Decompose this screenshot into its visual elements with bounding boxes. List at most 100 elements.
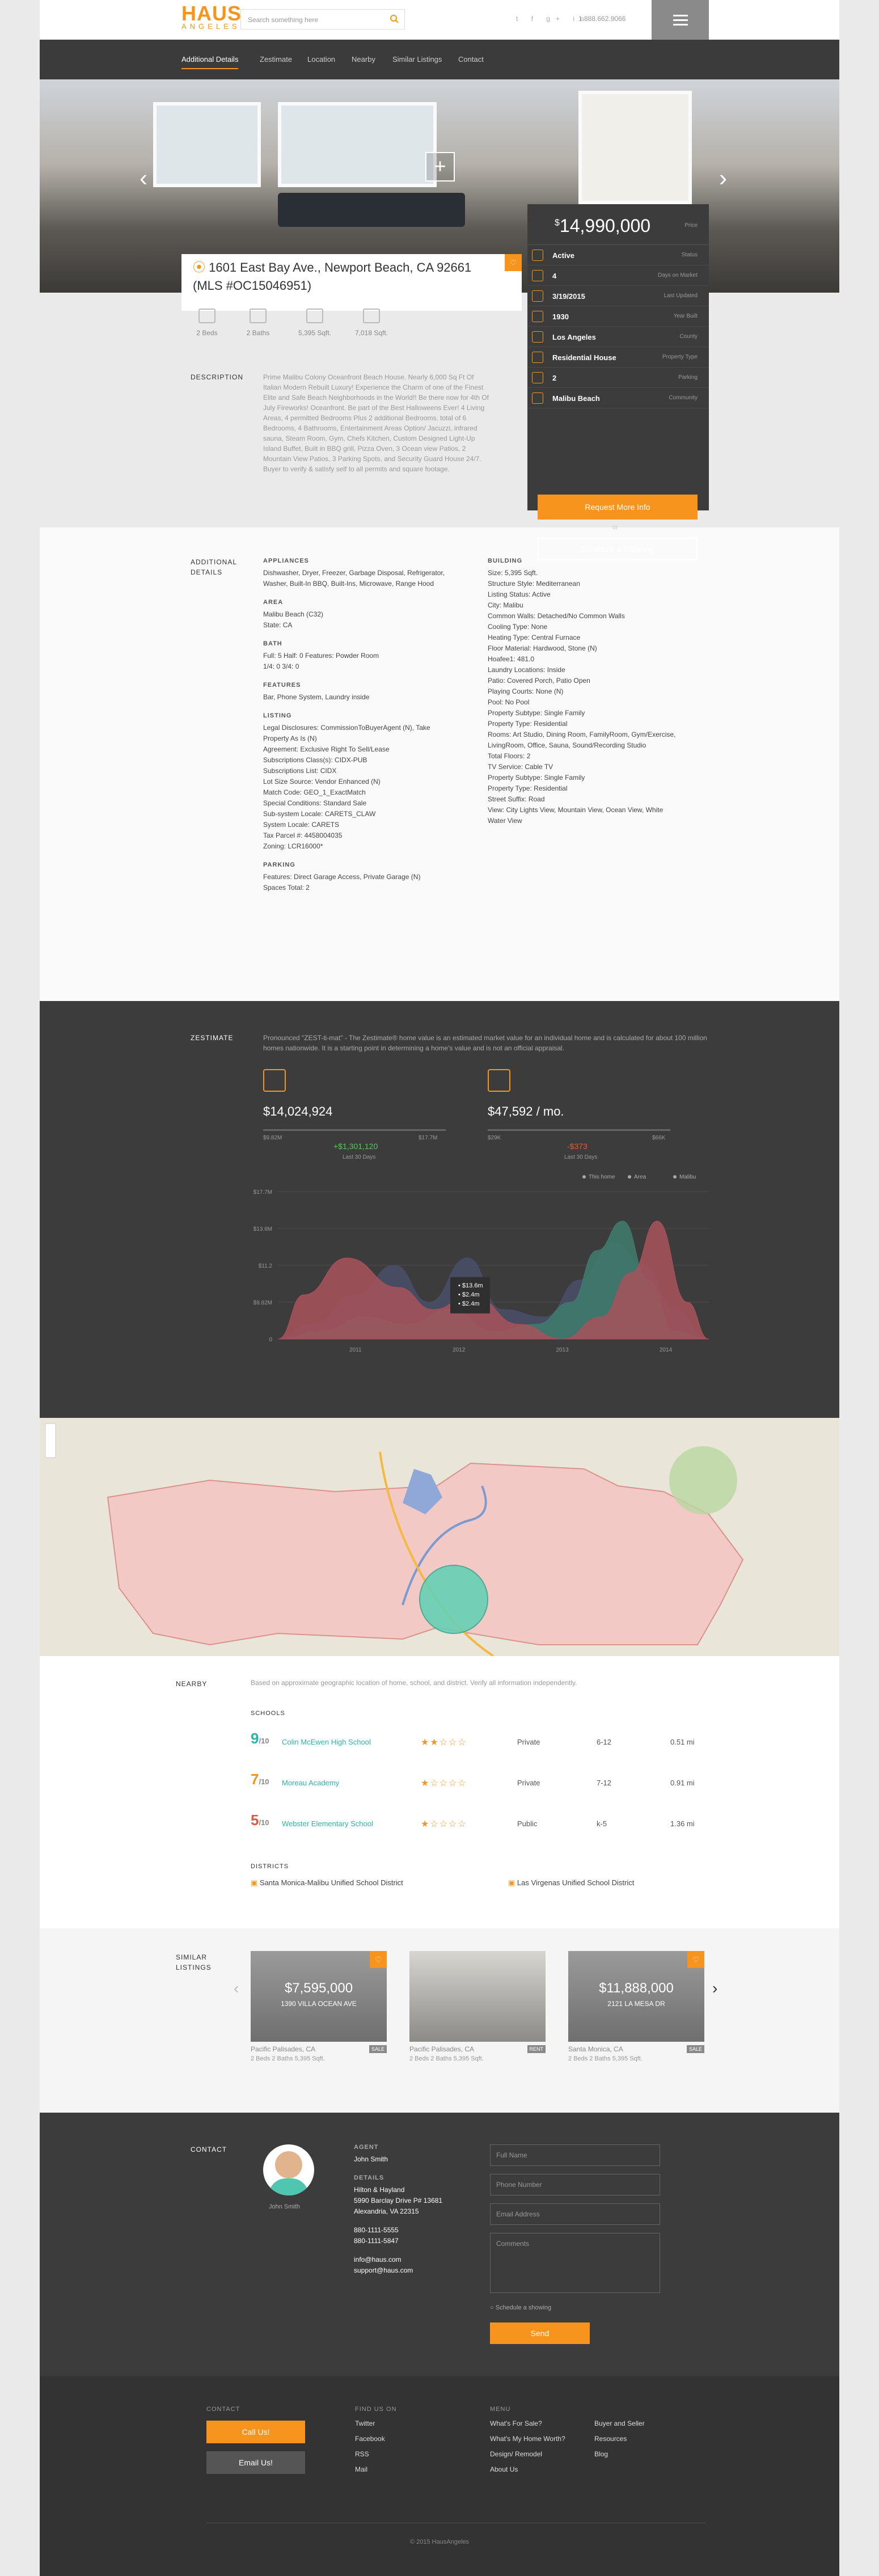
zoom-control[interactable] (45, 1423, 56, 1458)
fact-row: Los Angeles County (527, 327, 709, 347)
score-denominator: /10 (259, 1777, 269, 1786)
listing-card[interactable]: $11,888,000 2121 LA MESA DR ♡ Santa Monica,… (568, 1951, 704, 2062)
detail-line: Agreement: Exclusive Right To Sell/Lease (263, 745, 390, 753)
school-name[interactable]: Moreau Academy (282, 1779, 339, 1787)
schedule-showing-button[interactable]: Schedule a Showing (538, 538, 698, 560)
search-input[interactable]: Search something here (240, 9, 405, 29)
school-name[interactable]: Webster Elementary School (282, 1819, 373, 1828)
school-grades: k-5 (597, 1819, 607, 1828)
menu-icon[interactable] (652, 0, 709, 40)
email-us-button[interactable]: Email Us! (206, 2451, 305, 2474)
detail-heading: FEATURES (263, 682, 301, 689)
fact-icon (532, 372, 543, 383)
comments-field[interactable]: Comments (490, 2233, 660, 2293)
menu-link[interactable]: Blog (594, 2447, 645, 2462)
detail-heading: AREA (263, 599, 284, 606)
fact-value: Active (552, 251, 575, 260)
menu-link[interactable]: Design/ Remodel (490, 2447, 565, 2462)
prev-arrow-icon[interactable]: ‹ (140, 164, 147, 192)
price: $14,990,000 Price (527, 204, 709, 245)
call-us-button[interactable]: Call Us! (206, 2421, 305, 2443)
tab-location[interactable]: Location (307, 55, 335, 64)
fact-label: Property Type (662, 354, 698, 360)
find-us-link[interactable]: Twitter (355, 2416, 385, 2431)
find-us-link[interactable]: Facebook (355, 2431, 385, 2447)
listing-card[interactable]: Pacific Palisades, CA RENT 2 Beds 2 Baths … (409, 1951, 546, 2062)
tab-similar-listings[interactable]: Similar Listings (392, 55, 442, 64)
tab-zestimate[interactable]: Zestimate (260, 55, 292, 64)
find-us-link[interactable]: RSS (355, 2447, 385, 2462)
location-radius (419, 1565, 488, 1634)
listing-card[interactable]: $7,595,000 1390 VILLA OCEAN AVE ♡ Pacific P… (251, 1951, 387, 2062)
zestimate-section: ZESTIMATE Pronounced "ZEST-ti-mat" - The… (40, 1001, 839, 1418)
listing-image[interactable]: $11,888,000 2121 LA MESA DR ♡ (568, 1951, 704, 2042)
detail-line: State: CA (263, 621, 293, 629)
schedule-checkbox[interactable]: ○ Schedule a showing (490, 2304, 551, 2311)
school-row[interactable]: 7/10 Moreau Academy ★☆☆☆☆ Private 7-12 0.91 m… (251, 1771, 704, 1805)
next-arrow-icon[interactable]: › (719, 164, 727, 192)
fact-value: 3/19/2015 (552, 292, 585, 301)
x-tick-label: 2011 (349, 1347, 362, 1353)
fact-icon (532, 392, 543, 404)
school-name[interactable]: Colin McEwen High School (282, 1738, 371, 1746)
nearby-section: NEARBY Based on approximate geographic l… (40, 1656, 839, 1928)
find-us-link[interactable]: Mail (355, 2462, 385, 2477)
phone-field[interactable]: Phone Number (490, 2174, 660, 2195)
tooltip-value: • $2.4m (458, 1300, 479, 1307)
detail-line: Washer, Built-In BBQ, Built-Ins, Microwa… (263, 580, 434, 588)
card-location: Pacific Palisades, CA SALE (251, 2045, 387, 2053)
section-label: NEARBY (176, 1680, 208, 1688)
school-score: 7/10 (251, 1771, 269, 1788)
description-label: DESCRIPTION (191, 373, 244, 381)
heart-icon[interactable]: ♡ (370, 1951, 387, 1968)
prev-arrow-icon[interactable]: ‹ (234, 1979, 239, 1998)
legend-dot (673, 1175, 677, 1179)
stat-baths: 2 Baths (233, 309, 284, 337)
tab-additional-details[interactable]: Additional Details (181, 55, 239, 69)
detail-line: Total Floors: 2 (488, 752, 531, 760)
email-field[interactable]: Email Address (490, 2203, 660, 2225)
menu-link[interactable]: What's For Sale? (490, 2416, 565, 2431)
tab-contact[interactable]: Contact (458, 55, 484, 64)
detail-line: Street Suffix: Road (488, 795, 545, 803)
listing-image[interactable] (409, 1951, 546, 2042)
phone-number: 1.888.662.9066 (578, 15, 626, 23)
bath-icon (250, 309, 267, 323)
location-map[interactable] (40, 1418, 839, 1656)
detail-line: Property As Is (N) (263, 734, 317, 742)
next-arrow-icon[interactable]: › (712, 1979, 717, 1998)
series-area-this-home[interactable] (277, 1221, 709, 1340)
school-distance: 0.91 mi (670, 1779, 695, 1787)
district-2[interactable]: ▣ Las Virgenas Unified School District (508, 1878, 634, 1887)
district-1[interactable]: ▣ Santa Monica-Malibu Unified School Dis… (251, 1878, 403, 1887)
address: ⦿ 1601 East Bay Ave., Newport Beach, CA … (193, 260, 472, 293)
search-icon[interactable] (390, 14, 399, 23)
zestimate-description: Pronounced "ZEST-ti-mat" - The Zestimate… (263, 1034, 707, 1052)
send-button[interactable]: Send (490, 2322, 590, 2344)
page: HAUS ANGELES Search something here t f g+… (40, 0, 839, 2576)
request-info-button[interactable]: Request More Info (538, 495, 698, 520)
school-row[interactable]: 9/10 Colin McEwen High School ★★☆☆☆ Private… (251, 1730, 704, 1764)
detail-line: Property Type: Residential (488, 784, 568, 792)
card-location: Santa Monica, CA SALE (568, 2045, 704, 2053)
menu-link[interactable]: About Us (490, 2462, 565, 2477)
menu-link[interactable]: Buyer and Seller (594, 2416, 645, 2431)
listing-image[interactable]: $7,595,000 1390 VILLA OCEAN AVE ♡ (251, 1951, 387, 2042)
star-rating: ★☆☆☆☆ (421, 1779, 467, 1788)
menu-link[interactable]: Resources (594, 2431, 645, 2447)
detail-line: Features: Direct Garage Access, Private … (263, 873, 421, 881)
contact-section: CONTACT John Smith AGENT John Smith DETA… (40, 2113, 839, 2376)
school-row[interactable]: 5/10 Webster Elementary School ★☆☆☆☆ Public… (251, 1811, 704, 1846)
menu-link[interactable]: What's My Home Worth? (490, 2431, 565, 2447)
heart-icon[interactable]: ♡ (687, 1951, 704, 1968)
detail-line: 1/4: 0 3/4: 0 (263, 662, 299, 670)
detail-line: TV Service: Cable TV (488, 763, 553, 771)
detail-line: Rooms: Art Studio, Dining Room, FamilyRo… (488, 730, 676, 738)
tab-nearby[interactable]: Nearby (352, 55, 375, 64)
expand-icon[interactable]: + (425, 152, 455, 181)
detail-line: Dishwasher, Dryer, Freezer, Garbage Disp… (263, 569, 445, 577)
full-name-field[interactable]: Full Name (490, 2144, 660, 2166)
heart-icon[interactable]: ♡ (505, 254, 522, 271)
sale-low: $9.82M (263, 1135, 282, 1141)
logo[interactable]: HAUS ANGELES (181, 3, 242, 31)
